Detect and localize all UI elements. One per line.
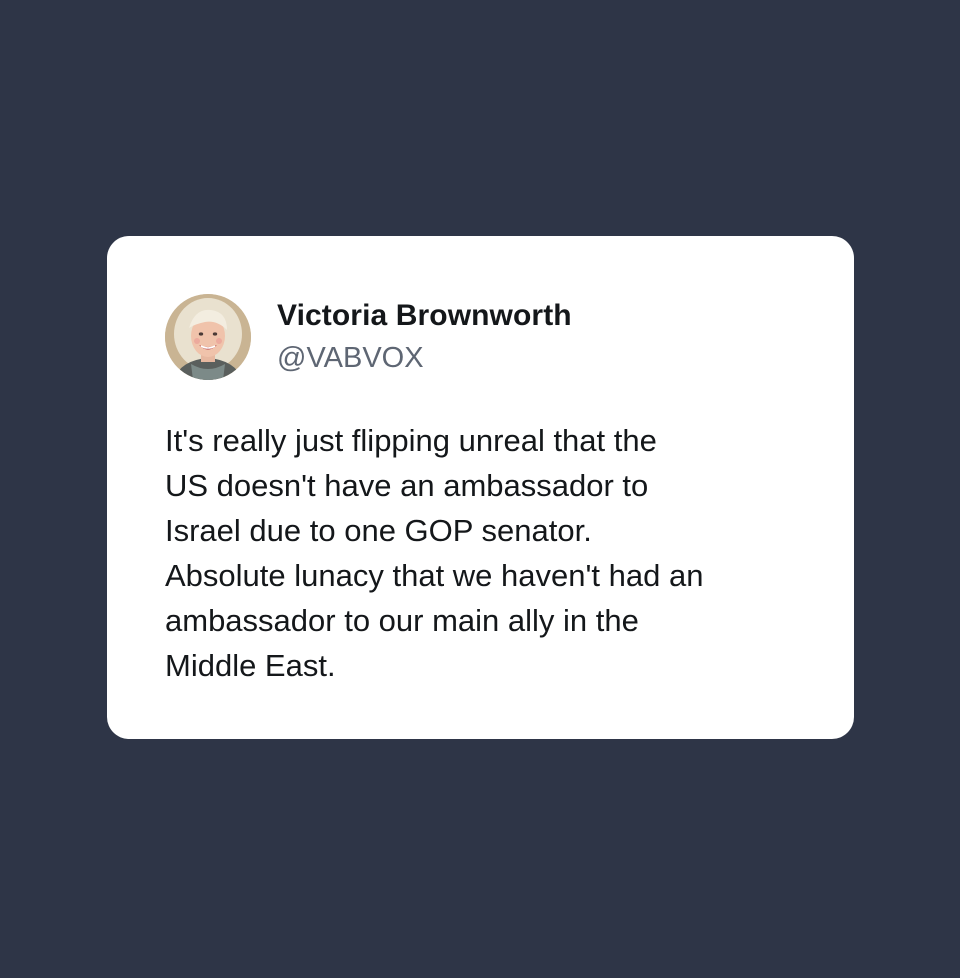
tweet-card: Victoria Brownworth @VABVOX It's really … (107, 236, 854, 739)
page-background: { "tweet": { "author_name": "Victoria Br… (0, 0, 960, 978)
author-name[interactable]: Victoria Brownworth (277, 298, 572, 334)
author-handle[interactable]: @VABVOX (277, 340, 424, 376)
profile-photo-icon (165, 294, 251, 380)
tweet-text: It's really just flipping unreal that th… (165, 423, 704, 683)
avatar[interactable] (165, 294, 251, 380)
